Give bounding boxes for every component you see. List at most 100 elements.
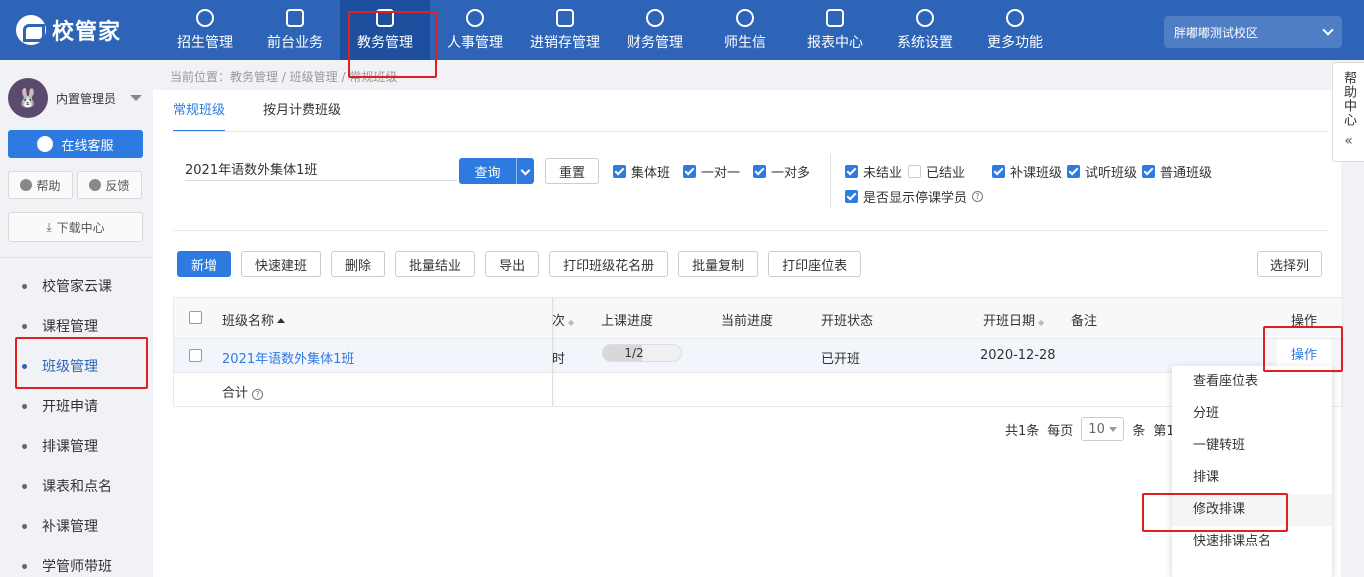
question-icon[interactable]: ? [972,191,984,202]
menu-item-quick-schedule[interactable]: 快速排课点名 [1172,526,1332,558]
query-button[interactable]: 查询 [459,158,534,184]
user-info[interactable]: 🐰 内置管理员 [8,78,143,118]
download-icon: ⤓ [46,219,52,234]
nav-item-academic[interactable]: 教务管理 [340,0,430,60]
class-table: 班级名称 次 ◆ 上课进度 当前进度 开班状态 开班日期 ◆ 备注 操作 2021年… [173,297,1343,407]
menu-item-schedule[interactable]: 排课 [1172,462,1332,494]
nav-item-inventory[interactable]: 进销存管理 [520,0,610,60]
chevron-down-icon[interactable] [516,158,534,184]
total-text: 合计 [222,386,249,401]
gear-icon [916,8,934,27]
checkbox-checked[interactable] [845,190,858,203]
filter-graduated[interactable]: 已结业 [908,162,965,181]
filter-one-to-many[interactable]: 一对多 [753,162,810,181]
class-name-link[interactable]: 2021年语数外集体1班 [222,348,354,367]
menu-item-transfer-class[interactable]: 一键转班 [1172,430,1332,462]
filter-show-stopped[interactable]: 是否显示停课学员? [845,187,984,206]
filter-not-graduated[interactable]: 未结业 [845,162,902,181]
filter-one-to-one[interactable]: 一对一 [683,162,740,181]
sidebar-item-schedule[interactable]: 排课管理 [0,426,153,466]
export-button[interactable]: 导出 [485,251,540,277]
sidebar-item-course[interactable]: 课程管理 [0,306,153,346]
nav-label: 系统设置 [897,34,953,51]
delete-button[interactable]: 删除 [331,251,386,277]
chat-icon [736,8,754,27]
table-total-row: 合计 ? [174,372,1342,406]
page-size-select[interactable]: 10 [1081,417,1125,441]
tabs-divider [173,131,1328,132]
checkbox-unchecked[interactable] [908,165,921,178]
add-user-icon [196,8,214,27]
tab-monthly-class[interactable]: 按月计费班级 [263,90,341,132]
header-partial[interactable]: 次 ◆ [552,310,574,329]
select-all-checkbox[interactable] [189,311,202,324]
checkbox-checked[interactable] [1142,165,1155,178]
feedback-icon [89,179,102,191]
nav-item-reports[interactable]: 报表中心 [790,0,880,60]
search-input[interactable]: 2021年语数外集体1班 [185,159,457,181]
row-operation-button[interactable]: 操作 [1277,339,1331,367]
nav-item-hr[interactable]: 人事管理 [430,0,520,60]
batch-copy-button[interactable]: 批量复制 [678,251,759,277]
row-checkbox[interactable] [189,349,202,362]
select-columns-button[interactable]: 选择列 [1257,251,1322,277]
header-current: 当前进度 [721,314,774,329]
per-page-label: 每页 [1047,423,1074,439]
print-seating-button[interactable]: 打印座位表 [768,251,862,277]
header-class-name[interactable]: 班级名称 [222,310,286,329]
reset-button[interactable]: 重置 [545,158,599,184]
table-header: 班级名称 次 ◆ 上课进度 当前进度 开班状态 开班日期 ◆ 备注 操作 [174,298,1342,338]
menu-item-edit-schedule[interactable]: 修改排课 [1172,494,1332,526]
checkbox-checked[interactable] [1067,165,1080,178]
checkbox-checked[interactable] [992,165,1005,178]
menu-item-view-seating[interactable]: 查看座位表 [1172,366,1332,398]
batch-graduate-button[interactable]: 批量结业 [395,251,476,277]
sidebar-item-tutor[interactable]: 学管师带班 [0,546,153,577]
nav-item-enrollment[interactable]: 招生管理 [160,0,250,60]
sidebar-item-cloud-class[interactable]: 校管家云课 [0,266,153,306]
print-roster-button[interactable]: 打印班级花名册 [549,251,669,277]
tab-regular-class[interactable]: 常规班级 [173,90,226,132]
sidebar-item-makeup[interactable]: 补课管理 [0,506,153,546]
help-center-tab[interactable]: 帮助中心 « [1332,62,1364,162]
help-button[interactable]: 帮助 [8,171,73,199]
nav-item-finance[interactable]: 财务管理 [610,0,700,60]
filter-group-class[interactable]: 集体班 [613,162,670,181]
checkbox-checked[interactable] [613,165,626,178]
menu-item-assign-class[interactable]: 分班 [1172,398,1332,430]
caret-down-icon [130,95,143,101]
filter-normal-class[interactable]: 普通班级 [1142,162,1212,181]
sort-icon: ◆ [568,318,575,327]
sidebar-item-open-class[interactable]: 开班申请 [0,386,153,426]
feedback-button[interactable]: 反馈 [77,171,142,199]
download-center-button[interactable]: ⤓ 下载中心 [8,212,143,242]
sidebar-item-class[interactable]: 班级管理 [0,346,153,386]
sidebar-item-timetable[interactable]: 课表和点名 [0,466,153,506]
action-toolbar: 新增 快速建班 删除 批量结业 导出 打印班级花名册 批量复制 打印座位表 [177,251,862,277]
app-logo[interactable]: 校管家 [16,14,121,46]
checkbox-checked[interactable] [845,165,858,178]
question-icon[interactable]: ? [252,389,264,400]
sidebar-item-label: 学管师带班 [42,559,112,575]
bullet-icon [22,443,27,449]
logo-text: 校管家 [52,20,122,45]
filter-makeup-class[interactable]: 补课班级 [992,162,1062,181]
quick-create-button[interactable]: 快速建班 [241,251,322,277]
nav-item-settings[interactable]: 系统设置 [880,0,970,60]
nav-item-messages[interactable]: 师生信 [700,0,790,60]
campus-selector[interactable]: 胖嘟嘟测试校区 [1164,16,1342,48]
bullet-icon [22,363,27,369]
top-navbar: 校管家 招生管理 前台业务 教务管理 人事管理 进销存管理 财务管理 师生信 报… [0,0,1364,60]
add-button[interactable]: 新增 [177,251,232,277]
checkbox-checked[interactable] [753,165,766,178]
nav-item-front-desk[interactable]: 前台业务 [250,0,340,60]
nav-label: 财务管理 [627,34,683,51]
filter-trial-class[interactable]: 试听班级 [1067,162,1137,181]
progress-text: 1/2 [624,346,644,360]
collapse-left-icon: « [1344,133,1353,149]
nav-item-more[interactable]: 更多功能 [970,0,1060,60]
header-date[interactable]: 开班日期 ◆ [983,310,1044,329]
header-label: 班级名称 [222,314,275,329]
checkbox-checked[interactable] [683,165,696,178]
online-service-button[interactable]: 在线客服 [8,130,143,158]
